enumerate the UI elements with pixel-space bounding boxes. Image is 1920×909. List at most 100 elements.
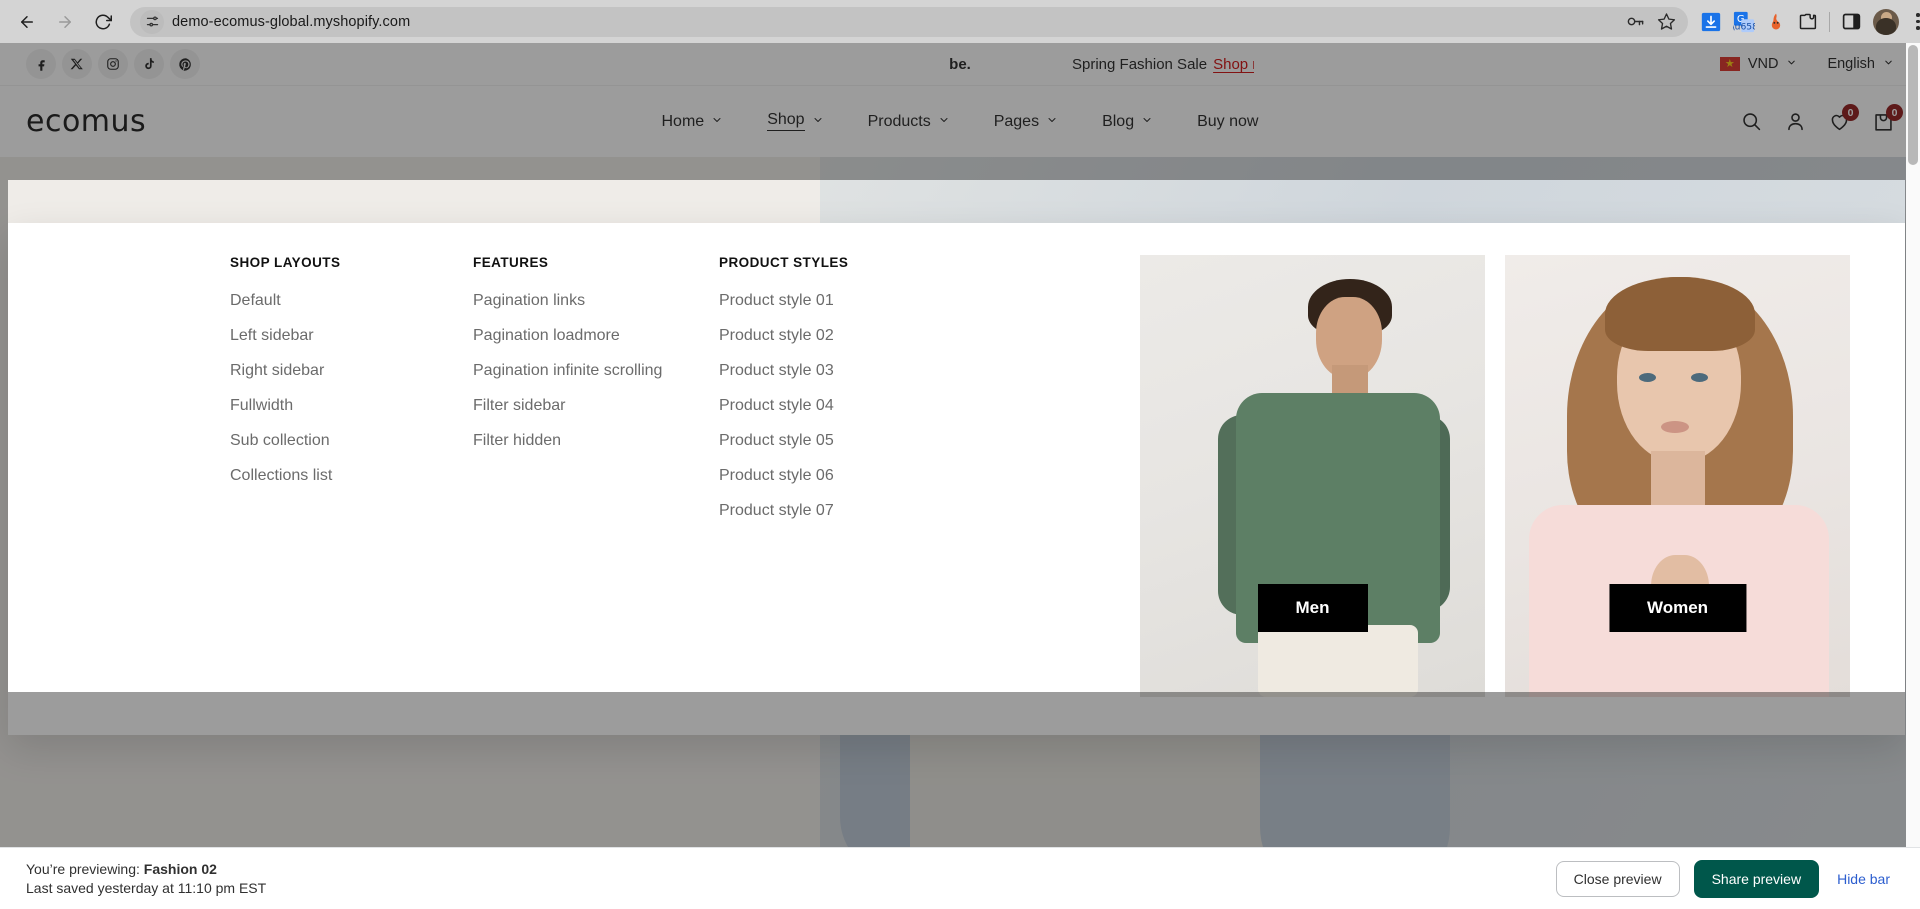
nav-item-pages[interactable]: Pages (972, 86, 1080, 157)
mega-column-title: FEATURES (473, 255, 549, 270)
mega-link-filter-hidden[interactable]: Filter hidden (473, 432, 719, 450)
instagram-icon[interactable] (98, 49, 128, 79)
cart-icon[interactable]: 0 (1873, 104, 1903, 132)
mega-column-shop-layouts: SHOP LAYOUTS Default Left sidebar Right … (230, 255, 473, 735)
mega-link-fullwidth[interactable]: Fullwidth (230, 397, 473, 415)
nav-item-shop[interactable]: Shop (745, 86, 846, 157)
mega-link-product-style-01[interactable]: Product style 01 (719, 292, 962, 310)
announcement-selectors: ★ VND English (1719, 56, 1894, 72)
announcement-bar: be. Spring Fashion Sale Shop now ★ VND E… (0, 43, 1920, 86)
vietnam-flag-icon: ★ (1719, 57, 1740, 71)
mega-link-product-style-05[interactable]: Product style 05 (719, 432, 962, 450)
share-preview-button[interactable]: Share preview (1693, 859, 1820, 898)
shopify-preview-bar: You’re previewing: Fashion 02 Last saved… (0, 847, 1920, 909)
preview-theme-name: Fashion 02 (143, 861, 217, 877)
kebab-menu-icon[interactable] (1910, 13, 1920, 30)
translate-icon[interactable]: G\u6587 (1733, 11, 1755, 33)
preview-actions: Close preview Share preview Hide bar (1555, 859, 1894, 898)
nav-label: Shop (767, 112, 805, 131)
announcement-promo-text: Spring Fashion Sale (1072, 56, 1208, 73)
nav-label: Blog (1102, 112, 1135, 130)
browser-nav-buttons (10, 5, 120, 39)
mega-link-product-style-07[interactable]: Product style 07 (719, 502, 962, 520)
toolbar-divider (1829, 11, 1830, 32)
mega-link-product-style-03[interactable]: Product style 03 (719, 362, 962, 380)
fire-extension-icon[interactable] (1766, 12, 1786, 32)
currency-label: VND (1747, 56, 1779, 72)
profile-avatar[interactable] (1873, 8, 1899, 35)
site-settings-icon[interactable] (140, 9, 164, 34)
main-navigation: Home Shop Products Pages Blog Buy now (0, 86, 1920, 157)
mega-link-pagination-loadmore[interactable]: Pagination loadmore (473, 327, 719, 345)
nav-label: Home (661, 112, 705, 130)
chevron-down-icon (1883, 56, 1894, 72)
key-icon[interactable] (1626, 12, 1645, 31)
back-button[interactable] (10, 5, 44, 39)
wishlist-icon[interactable]: 0 (1829, 104, 1859, 132)
promo-women-lips (1661, 421, 1689, 433)
mega-link-sub-collection[interactable]: Sub collection (230, 432, 473, 450)
promo-women-label[interactable]: Women (1608, 584, 1747, 632)
scrollbar-thumb[interactable] (1908, 45, 1918, 165)
puzzle-extension-icon[interactable] (1797, 11, 1818, 32)
mega-link-left-sidebar[interactable]: Left sidebar (230, 327, 473, 345)
nav-item-home[interactable]: Home (640, 86, 746, 157)
page-viewport: Discover the hottest trends and must-hav… (0, 43, 1920, 909)
address-bar[interactable]: demo-ecomus-global.myshopify.com (130, 6, 1688, 37)
mega-link-collections-list[interactable]: Collections list (230, 467, 473, 485)
pinterest-icon[interactable] (170, 49, 200, 79)
mega-link-product-style-04[interactable]: Product style 04 (719, 397, 962, 415)
hide-bar-button[interactable]: Hide bar (1833, 863, 1894, 895)
mega-link-default[interactable]: Default (230, 292, 473, 310)
preview-prefix: You’re previewing: (26, 861, 140, 877)
preview-last-saved: Last saved yesterday at 11:10 pm EST (26, 880, 267, 896)
announcement-shop-now-link[interactable]: Shop now (1213, 56, 1254, 73)
account-icon[interactable] (1785, 111, 1806, 132)
nav-item-buy-now[interactable]: Buy now (1175, 86, 1280, 157)
promo-women-hair-top (1605, 277, 1755, 351)
wishlist-count-badge: 0 (1842, 104, 1859, 121)
promo-men-label[interactable]: Men (1257, 584, 1368, 632)
url-text: demo-ecomus-global.myshopify.com (172, 13, 411, 30)
promo-card-men[interactable]: Men (1140, 255, 1485, 697)
currency-selector[interactable]: ★ VND (1719, 56, 1798, 72)
nav-label: Buy now (1197, 112, 1259, 130)
promo-card-women[interactable]: Women (1505, 255, 1850, 697)
promo-men-pants (1258, 625, 1418, 697)
star-icon[interactable] (1657, 12, 1676, 31)
forward-button[interactable] (48, 5, 82, 39)
mega-column-title: SHOP LAYOUTS (230, 255, 341, 270)
browser-toolbar: demo-ecomus-global.myshopify.com G\u6587 (0, 0, 1920, 43)
promo-women-eye-left (1639, 373, 1656, 382)
chevron-down-icon (1046, 113, 1058, 131)
mega-link-product-style-02[interactable]: Product style 02 (719, 327, 962, 345)
promo-women-eye-right (1691, 373, 1708, 382)
promo-women-neck (1651, 451, 1705, 513)
search-icon[interactable] (1741, 111, 1762, 132)
mega-link-product-style-06[interactable]: Product style 06 (719, 467, 962, 485)
mega-link-pagination-links[interactable]: Pagination links (473, 292, 719, 310)
nav-item-blog[interactable]: Blog (1080, 86, 1175, 157)
language-selector[interactable]: English (1827, 56, 1894, 72)
preview-theme-line: You’re previewing: Fashion 02 (26, 861, 266, 877)
announcement-brandmark: be. (949, 55, 971, 73)
download-icon[interactable] (1700, 11, 1722, 33)
announcement-brandmark-wrap: be. (0, 56, 1920, 73)
x-twitter-icon[interactable] (62, 49, 92, 79)
facebook-icon[interactable] (26, 49, 56, 79)
nav-label: Pages (993, 112, 1040, 130)
mega-link-pagination-infinite-scrolling[interactable]: Pagination infinite scrolling (473, 362, 719, 380)
side-panel-icon[interactable] (1841, 11, 1862, 32)
reload-button[interactable] (86, 5, 120, 39)
nav-item-products[interactable]: Products (846, 86, 972, 157)
close-preview-button[interactable]: Close preview (1555, 860, 1680, 897)
nav-label: Products (867, 112, 931, 130)
language-label: English (1827, 56, 1875, 72)
mega-menu-promos: Men Women (1140, 255, 1905, 735)
mega-link-right-sidebar[interactable]: Right sidebar (230, 362, 473, 380)
chevron-down-icon (938, 113, 950, 131)
tiktok-icon[interactable] (134, 49, 164, 79)
page-scrollbar[interactable] (1906, 43, 1920, 909)
mega-menu-columns: SHOP LAYOUTS Default Left sidebar Right … (8, 255, 962, 735)
mega-link-filter-sidebar[interactable]: Filter sidebar (473, 397, 719, 415)
